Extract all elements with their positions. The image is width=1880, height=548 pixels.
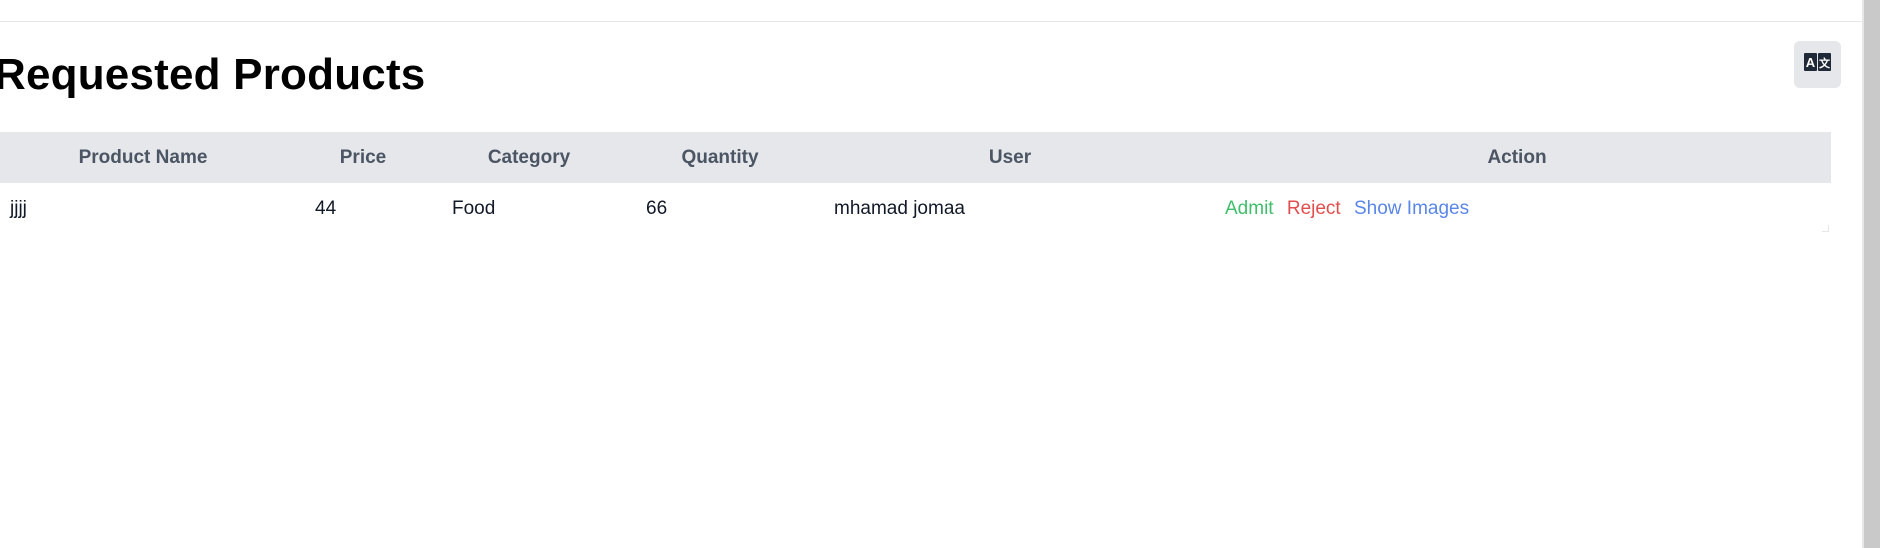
- table-header: Product Name Price Category Quantity Use…: [0, 132, 1831, 183]
- requested-products-table: Product Name Price Category Quantity Use…: [0, 132, 1831, 234]
- cell-actions: Admit Reject Show Images: [1225, 183, 1477, 234]
- top-divider: [0, 21, 1862, 22]
- cell-product-name: jjjj: [10, 198, 27, 219]
- cell-quantity: 66: [646, 198, 668, 219]
- vertical-scrollbar[interactable]: [1862, 0, 1880, 548]
- show-images-link[interactable]: Show Images: [1354, 198, 1469, 219]
- column-header-category: Category: [487, 147, 571, 168]
- cell-price: 44: [315, 198, 337, 219]
- translate-icon: A 文: [1803, 52, 1832, 77]
- scrollbar-edge: [1862, 0, 1864, 548]
- cell-user: mhamad jomaa: [834, 198, 965, 219]
- table-row: jjjj 44 Food 66 mhamad jomaa Admit Rejec…: [0, 183, 1831, 234]
- translate-button[interactable]: A 文: [1794, 41, 1841, 88]
- resize-corner: [1822, 225, 1829, 232]
- page-title: Requested Products: [0, 50, 426, 99]
- svg-text:A: A: [1805, 55, 1815, 70]
- column-header-price: Price: [339, 147, 387, 168]
- svg-text:文: 文: [1819, 56, 1831, 70]
- column-header-product-name: Product Name: [78, 147, 208, 168]
- column-header-action: Action: [1487, 147, 1547, 168]
- admit-link[interactable]: Admit: [1225, 198, 1274, 219]
- page: Requested Products A 文 Product Name Pric…: [0, 0, 1880, 548]
- column-header-user: User: [988, 147, 1032, 168]
- reject-link[interactable]: Reject: [1287, 198, 1341, 219]
- column-header-quantity: Quantity: [681, 147, 759, 168]
- cell-category: Food: [452, 198, 496, 219]
